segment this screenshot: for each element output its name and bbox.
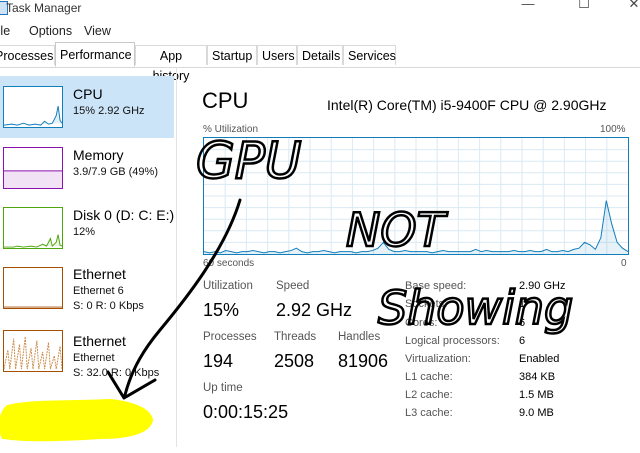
menu-file[interactable]: File bbox=[0, 24, 10, 38]
graph-time-label: 60 seconds bbox=[203, 258, 255, 269]
sidebar-item-label: Ethernet bbox=[73, 333, 126, 349]
spec-label: L3 cache: bbox=[405, 407, 453, 419]
graph-max-label: 100% bbox=[600, 124, 626, 135]
maximize-button[interactable]: ☐ bbox=[574, 0, 594, 12]
speed-value: 2.92 GHz bbox=[276, 300, 353, 320]
ethernet-thumbnail-graph bbox=[3, 267, 63, 309]
processes-value: 194 bbox=[203, 351, 234, 371]
sidebar-divider bbox=[176, 67, 177, 447]
cpu-model-name: Intel(R) Core(TM) i5-9400F CPU @ 2.90GHz bbox=[327, 97, 607, 113]
spec-value: 1 bbox=[519, 298, 526, 310]
sidebar-item-label: CPU bbox=[73, 86, 103, 102]
spec-value: 1.5 MB bbox=[519, 389, 554, 401]
sidebar-item-detail: S: 32.0 R: 0 Kbps bbox=[73, 367, 160, 379]
handles-label: Handles bbox=[338, 331, 381, 343]
sidebar-item-label: Ethernet bbox=[73, 266, 126, 282]
threads-value: 2508 bbox=[274, 351, 315, 371]
threads-label: Threads bbox=[274, 331, 317, 343]
minimize-button[interactable]: — bbox=[518, 0, 538, 12]
graph-y-label: % Utilization bbox=[203, 124, 259, 135]
speed-label: Speed bbox=[276, 280, 310, 292]
spec-value: 9.0 MB bbox=[519, 407, 554, 419]
tab-users[interactable]: Users bbox=[257, 45, 297, 65]
spec-label: L2 cache: bbox=[405, 389, 453, 401]
menu-view[interactable]: View bbox=[84, 24, 111, 38]
utilization-label: Utilization bbox=[203, 280, 253, 292]
tab-services[interactable]: Services bbox=[343, 45, 396, 65]
tab-performance[interactable]: Performance bbox=[55, 42, 135, 67]
cpu-thumbnail-graph bbox=[3, 86, 63, 128]
tab-startup[interactable]: Startup bbox=[207, 45, 257, 65]
utilization-value: 15% bbox=[203, 300, 240, 320]
disk-thumbnail-graph bbox=[3, 207, 63, 249]
window-title: Task Manager bbox=[6, 1, 82, 15]
tab-app-history[interactable]: App history bbox=[135, 45, 207, 83]
cpu-utilization-graph bbox=[203, 137, 629, 255]
menu-options[interactable]: Options bbox=[29, 24, 72, 38]
sidebar-item-detail: Ethernet 6 bbox=[73, 285, 124, 297]
spec-value: Enabled bbox=[519, 353, 560, 365]
sidebar-item-detail: S: 0 R: 0 Kbps bbox=[73, 300, 144, 312]
spec-label: Logical processors: bbox=[405, 335, 500, 347]
spec-value: 384 KB bbox=[519, 371, 556, 383]
sidebar-item-detail: 3.9/7.9 GB (49%) bbox=[73, 166, 158, 178]
close-button[interactable]: ✕ bbox=[624, 0, 640, 12]
yellow-highlight-scribble bbox=[0, 398, 154, 442]
spec-label: Base speed: bbox=[405, 280, 467, 292]
uptime-value: 0:00:15:25 bbox=[203, 402, 289, 422]
handles-value: 81906 bbox=[338, 351, 389, 371]
processes-label: Processes bbox=[203, 331, 257, 343]
sidebar-item-detail: 15% 2.92 GHz bbox=[73, 105, 145, 117]
tab-details[interactable]: Details bbox=[297, 45, 343, 65]
tab-processes[interactable]: Processes bbox=[0, 45, 55, 65]
ethernet-thumbnail-graph bbox=[3, 330, 63, 372]
sidebar-item-label: Disk 0 (D: C: E:) bbox=[73, 207, 175, 223]
spec-value: 6 bbox=[519, 335, 526, 347]
title-bar bbox=[0, 0, 640, 20]
sidebar-item-detail: 12% bbox=[73, 226, 96, 238]
memory-thumbnail-graph bbox=[3, 147, 63, 189]
uptime-label: Up time bbox=[203, 382, 243, 394]
spec-label: Virtualization: bbox=[405, 353, 471, 365]
sidebar-item-label: Memory bbox=[73, 147, 124, 163]
sidebar-item-detail: Ethernet bbox=[73, 352, 115, 364]
page-title: CPU bbox=[202, 88, 249, 113]
graph-zero-label: 0 bbox=[621, 258, 627, 269]
spec-label: Sockets: bbox=[405, 298, 448, 310]
spec-value: 2.90 GHz bbox=[519, 280, 566, 292]
spec-value: 6 bbox=[519, 317, 526, 329]
spec-label: L1 cache: bbox=[405, 371, 453, 383]
spec-label: Cores: bbox=[405, 317, 438, 329]
